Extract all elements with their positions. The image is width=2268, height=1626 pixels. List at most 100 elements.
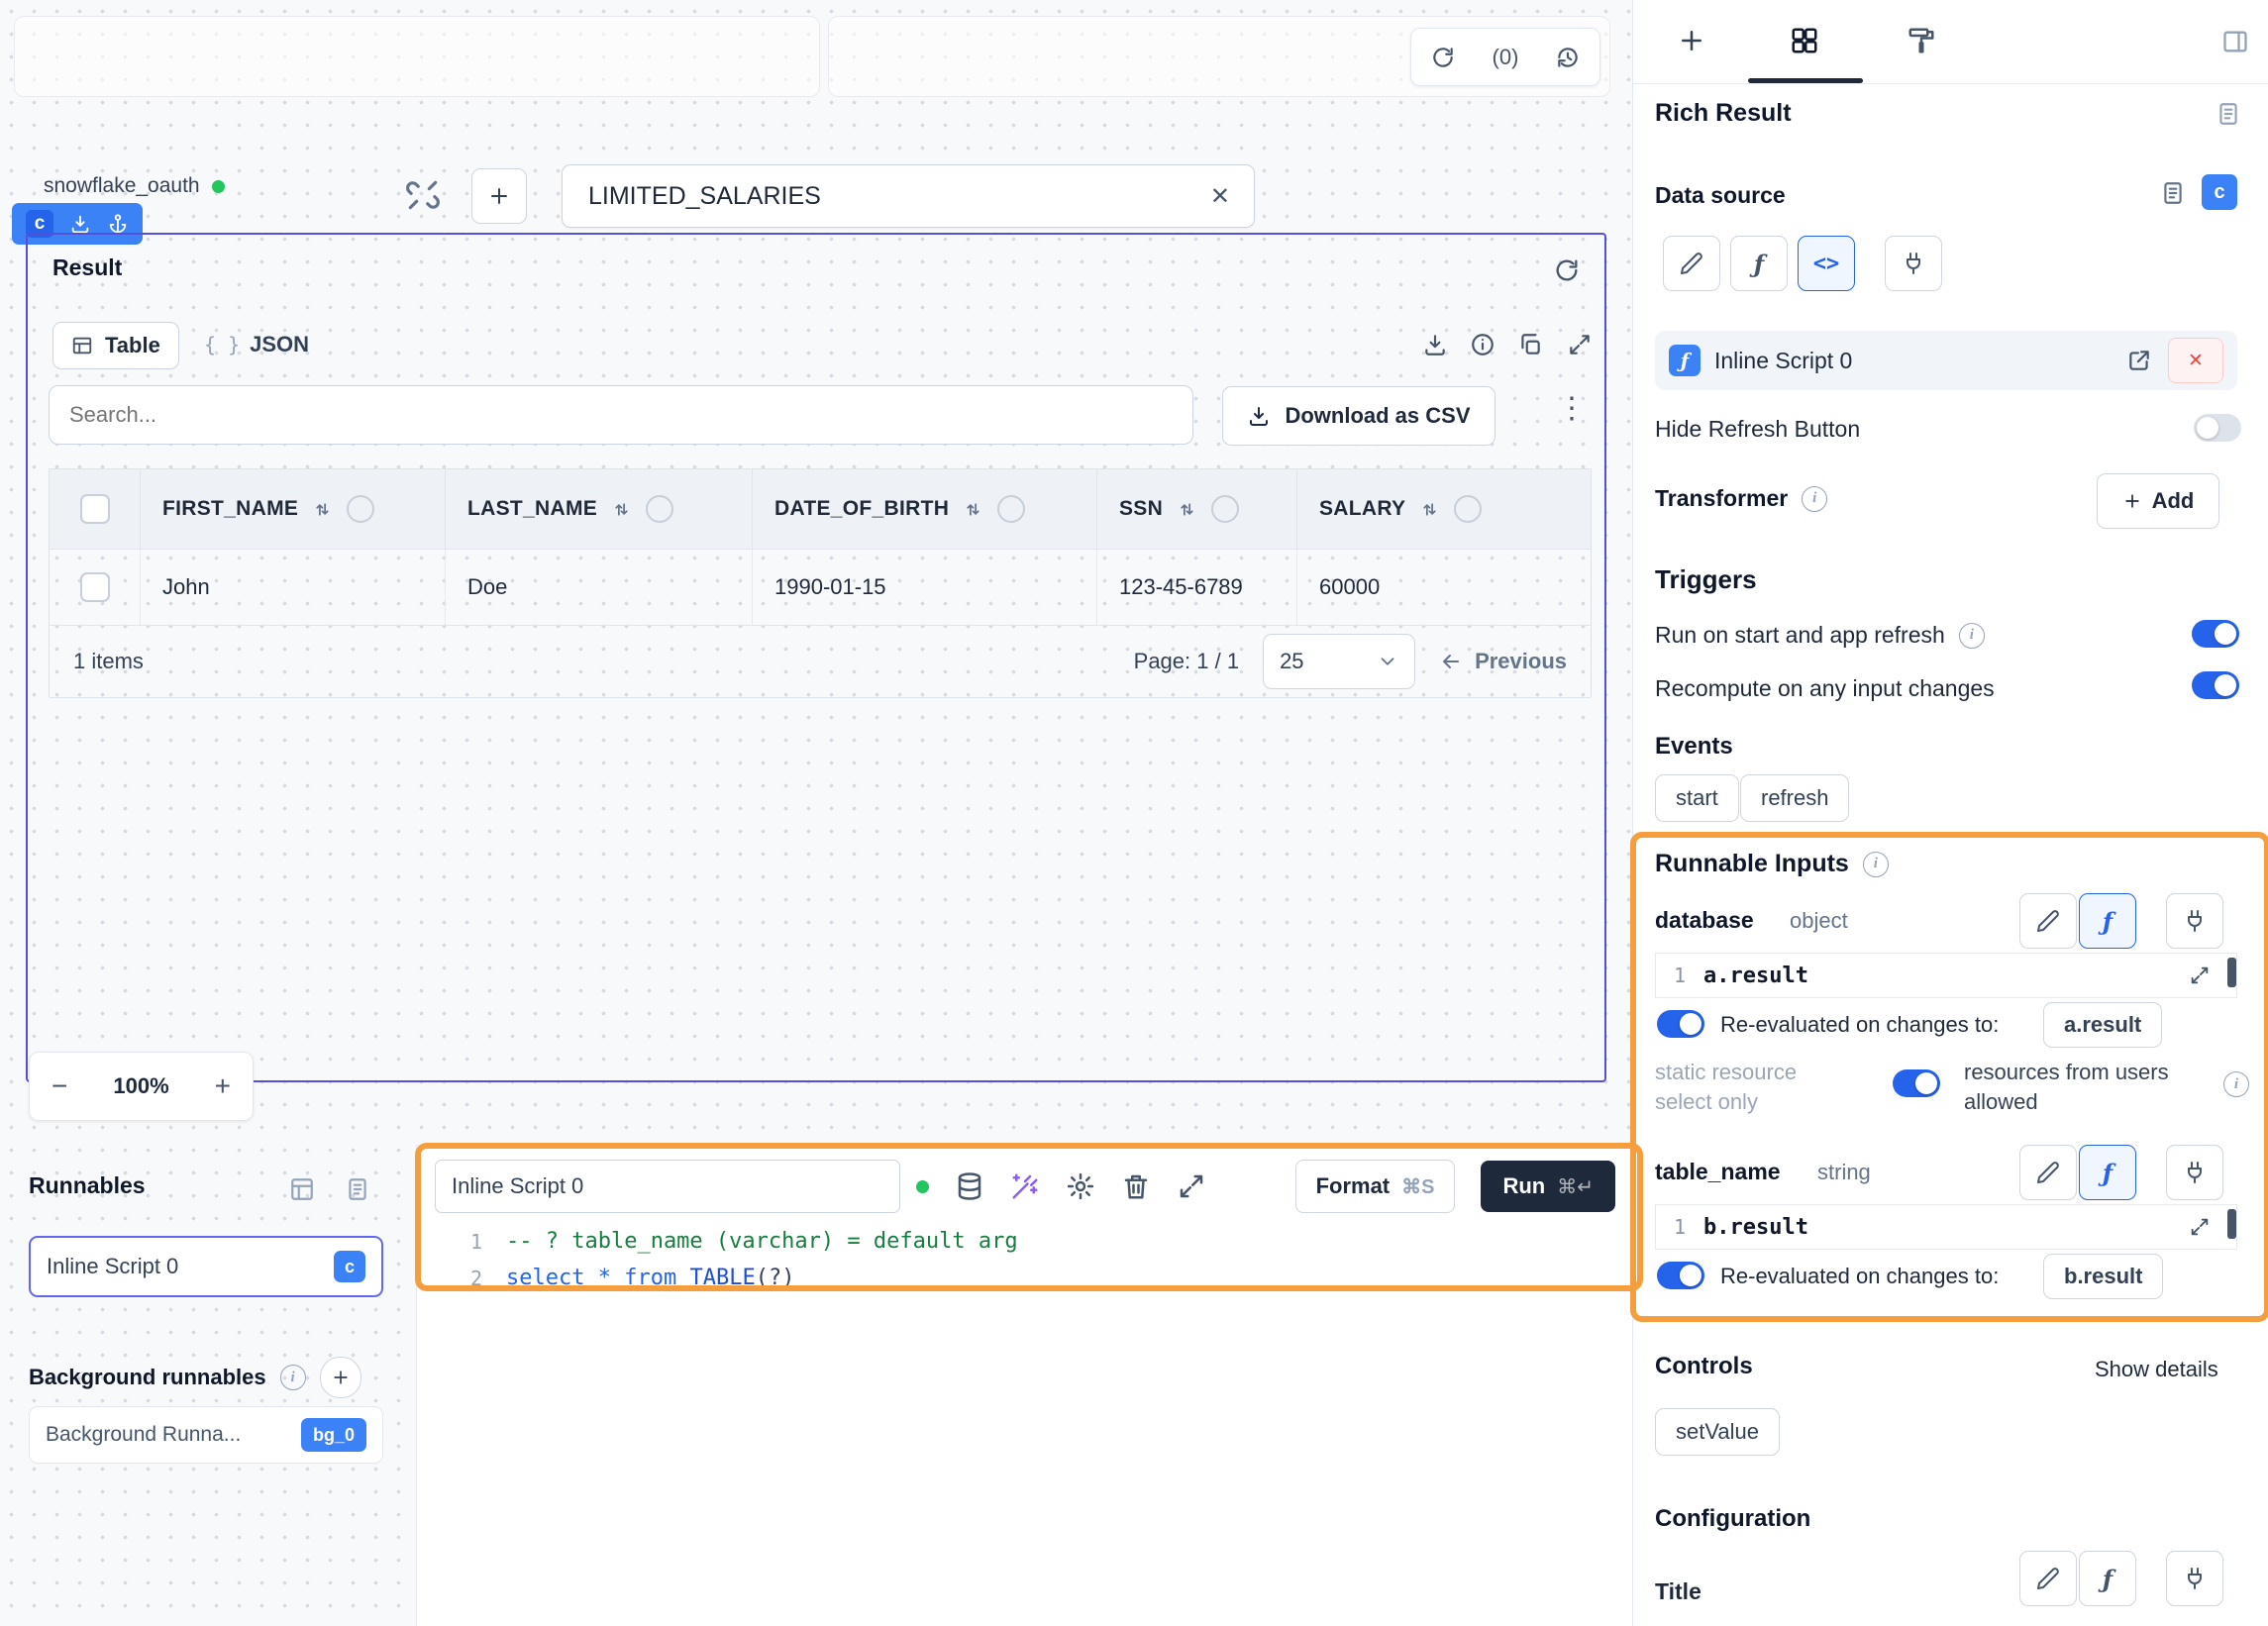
column-pin-circle[interactable] [997, 495, 1025, 523]
resize-handle[interactable] [2227, 1209, 2236, 1239]
kebab-menu-icon[interactable]: ⋮ [1557, 391, 1587, 426]
anchor-icon[interactable] [107, 213, 129, 235]
download-component-icon[interactable] [69, 213, 91, 235]
info-icon[interactable] [1470, 332, 1495, 357]
add-query-button[interactable] [471, 168, 527, 224]
table-footer: 1 items Page: 1 / 1 25 Previous [50, 625, 1591, 697]
title-mode-connect-button[interactable] [2166, 1551, 2223, 1606]
resize-handle[interactable] [2227, 958, 2236, 987]
tab-json[interactable]: { } JSON [204, 322, 309, 367]
show-details-link[interactable]: Show details [2095, 1357, 2218, 1382]
copy-icon[interactable] [1517, 332, 1543, 357]
settings-gear-icon[interactable] [1066, 1171, 1095, 1201]
title-mode-static-button[interactable] [2019, 1551, 2077, 1606]
database-expression-field[interactable]: 1 a.result [1655, 953, 2237, 998]
title-mode-fx-button[interactable]: ƒ [2079, 1551, 2136, 1606]
source-mode-static-button[interactable] [1663, 236, 1720, 291]
runnables-docs-icon[interactable] [345, 1176, 370, 1202]
components-tab-icon[interactable] [1790, 26, 1819, 55]
unlink-icon[interactable] [404, 176, 442, 214]
source-mode-code-button[interactable]: <> [1798, 236, 1855, 291]
docs-icon[interactable] [2216, 101, 2241, 127]
script-editor: Format ⌘S Run ⌘↵ 1 -- ? table_name (varc… [416, 1145, 1633, 1626]
linked-script-item[interactable]: ƒ Inline Script 0 ✕ [1655, 331, 2237, 390]
trigger-start-toggle[interactable] [2192, 620, 2239, 648]
expand-editor-icon[interactable] [1177, 1171, 1206, 1201]
open-external-icon[interactable] [2126, 348, 2152, 373]
input-mode-connect-button[interactable] [2166, 1145, 2223, 1200]
source-mode-connect-button[interactable] [1885, 236, 1942, 291]
column-pin-circle[interactable] [1454, 495, 1482, 523]
input-mode-static-button[interactable] [2019, 893, 2077, 949]
format-button[interactable]: Format ⌘S [1295, 1160, 1456, 1213]
database-reeval-toggle[interactable] [1657, 1010, 1704, 1038]
sort-icon[interactable] [1419, 499, 1440, 520]
table-name-reeval-toggle[interactable] [1657, 1262, 1704, 1289]
column-pin-circle[interactable] [646, 495, 673, 523]
row-select-cell [50, 549, 141, 625]
result-refresh-icon[interactable] [1553, 256, 1581, 284]
result-panel[interactable]: Result Table { } JSON Download as CSV ⋮ [26, 233, 1606, 1082]
column-pin-circle[interactable] [1211, 495, 1239, 523]
placeholder-panel-left[interactable] [14, 16, 820, 97]
search-input[interactable] [49, 385, 1193, 445]
code-area[interactable]: 1 -- ? table_name (varchar) = default ar… [417, 1223, 1633, 1296]
collapse-panel-icon[interactable] [2221, 28, 2249, 55]
remove-script-button[interactable]: ✕ [2168, 338, 2223, 383]
input-mode-connect-button[interactable] [2166, 893, 2223, 949]
expand-expression-icon[interactable] [2189, 1216, 2211, 1238]
background-runnable-item[interactable]: Background Runna... bg_0 [29, 1406, 383, 1464]
source-mode-fx-button[interactable]: ƒ [1730, 236, 1788, 291]
row-checkbox[interactable] [80, 572, 110, 602]
control-chip-setvalue[interactable]: setValue [1655, 1408, 1780, 1456]
clear-selector-icon[interactable]: ✕ [1210, 182, 1230, 211]
script-name-input[interactable] [435, 1160, 900, 1213]
add-background-runnable-button[interactable] [320, 1357, 361, 1398]
resources-from-users-toggle[interactable] [1893, 1069, 1940, 1097]
database-icon[interactable] [955, 1171, 984, 1201]
zoom-in-button[interactable]: + [215, 1070, 231, 1102]
page-size-select[interactable]: 25 [1263, 634, 1415, 689]
column-pin-circle[interactable] [347, 495, 374, 523]
tab-table[interactable]: Table [52, 322, 179, 369]
reeval-dependency-chip[interactable]: a.result [2043, 1002, 2162, 1048]
history-refresh-icon[interactable] [1555, 45, 1581, 70]
run-button[interactable]: Run ⌘↵ [1481, 1161, 1615, 1212]
table-selector-input[interactable] [586, 181, 1210, 212]
fullscreen-icon[interactable] [1567, 332, 1593, 357]
add-component-icon[interactable] [1677, 26, 1706, 55]
event-chip-start[interactable]: start [1655, 774, 1739, 822]
runnable-item-inline-script[interactable]: Inline Script 0 c [29, 1236, 383, 1297]
column-header[interactable]: FIRST_NAME [141, 469, 446, 549]
data-source-docs-icon[interactable] [2160, 180, 2186, 206]
column-header[interactable]: DATE_OF_BIRTH [753, 469, 1097, 549]
column-header[interactable]: SSN [1097, 469, 1297, 549]
refresh-icon[interactable] [1430, 45, 1456, 70]
event-chip-refresh[interactable]: refresh [1740, 774, 1849, 822]
trigger-recompute-toggle[interactable] [2192, 671, 2239, 699]
input-mode-fx-button[interactable]: ƒ [2079, 1145, 2136, 1200]
sort-icon[interactable] [312, 499, 333, 520]
reeval-dependency-chip[interactable]: b.result [2043, 1254, 2163, 1299]
sort-icon[interactable] [1177, 499, 1197, 520]
table-row[interactable]: John Doe 1990-01-15 123-45-6789 60000 [50, 549, 1591, 625]
download-csv-button[interactable]: Download as CSV [1222, 386, 1495, 446]
select-all-checkbox[interactable] [80, 494, 110, 524]
table-name-expression-field[interactable]: 1 b.result [1655, 1204, 2237, 1250]
ai-wand-icon[interactable] [1010, 1171, 1040, 1201]
previous-page-button[interactable]: Previous [1439, 649, 1567, 674]
add-transformer-button[interactable]: Add [2097, 473, 2219, 529]
input-mode-static-button[interactable] [2019, 1145, 2077, 1200]
download-result-icon[interactable] [1422, 332, 1448, 357]
hide-refresh-toggle[interactable] [2194, 414, 2241, 442]
trash-icon[interactable] [1121, 1171, 1151, 1201]
column-header[interactable]: LAST_NAME [446, 469, 753, 549]
theme-tab-icon[interactable] [1907, 26, 1936, 55]
column-header[interactable]: SALARY [1297, 469, 1591, 549]
sort-icon[interactable] [963, 499, 983, 520]
zoom-out-button[interactable]: − [52, 1070, 67, 1102]
sort-icon[interactable] [611, 499, 632, 520]
runnables-collapse-icon[interactable] [289, 1176, 315, 1202]
expand-expression-icon[interactable] [2189, 965, 2211, 986]
input-mode-fx-button[interactable]: ƒ [2079, 893, 2136, 949]
